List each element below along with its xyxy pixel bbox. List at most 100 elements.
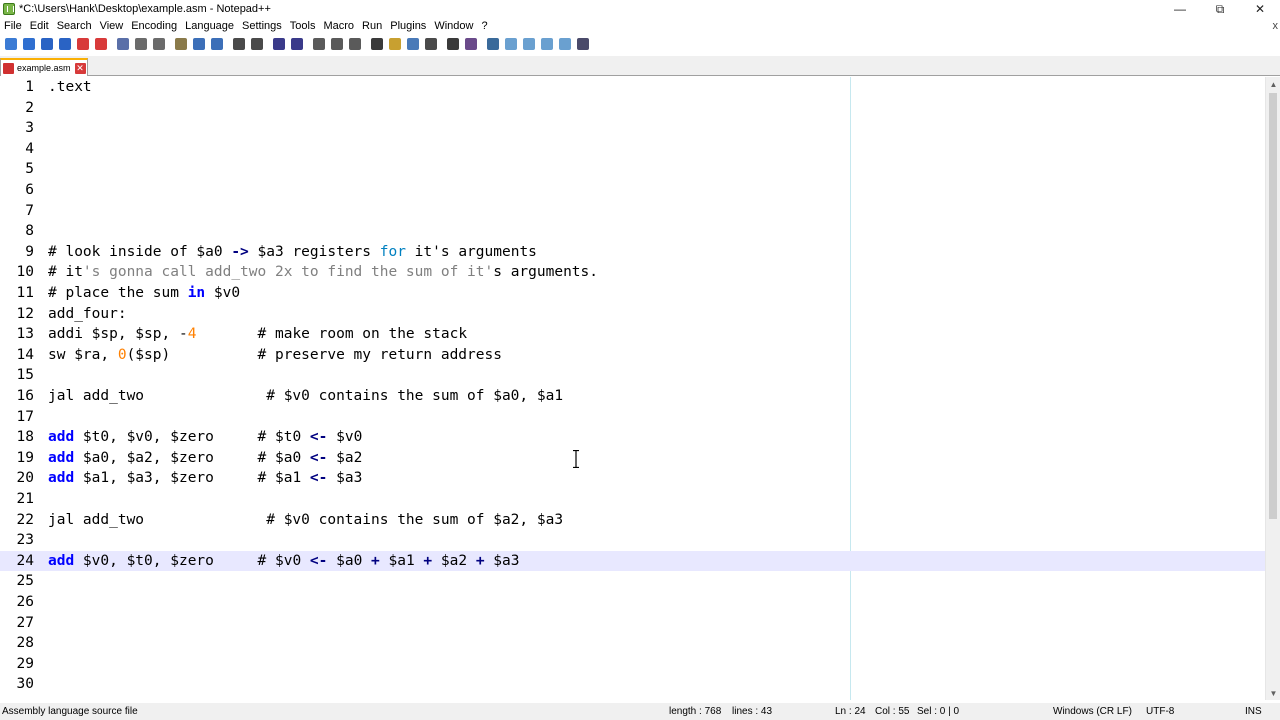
doc-map-button[interactable] — [422, 36, 440, 52]
code-token: $v0, $t0, $zero # $v0 — [74, 552, 310, 569]
tab-close-button[interactable]: ✕ — [74, 62, 86, 74]
code-line[interactable]: 10 # it's gonna call add_two 2x to find t… — [0, 262, 1265, 283]
code-line[interactable]: 27 — [0, 613, 1265, 634]
save-macro-button[interactable] — [574, 36, 592, 52]
menu-view[interactable]: View — [96, 18, 128, 35]
run-macro-multiple-icon — [559, 38, 571, 50]
code-line[interactable]: 20 add $a1, $a3, $zero # $a1 <- $a3 — [0, 468, 1265, 489]
scroll-down-icon[interactable]: ▼ — [1266, 686, 1280, 700]
code-line[interactable]: 7 — [0, 201, 1265, 222]
menu-file[interactable]: File — [0, 18, 26, 35]
indent-guide-button[interactable] — [386, 36, 404, 52]
scrollbar-thumb[interactable] — [1269, 93, 1277, 519]
menu-language[interactable]: Language — [181, 18, 238, 35]
code-line[interactable]: 1 .text — [0, 77, 1265, 98]
word-wrap-button[interactable] — [346, 36, 364, 52]
code-line[interactable]: 26 — [0, 592, 1265, 613]
menu-settings[interactable]: Settings — [238, 18, 286, 35]
menu-macro[interactable]: Macro — [319, 18, 358, 35]
code-text: # place the sum in $v0 — [48, 283, 240, 304]
status-lines: lines : 43 — [732, 706, 773, 717]
close-document-button[interactable]: x — [1273, 18, 1279, 35]
code-line[interactable]: 6 — [0, 180, 1265, 201]
find-button[interactable] — [230, 36, 248, 52]
code-line[interactable]: 3 — [0, 118, 1265, 139]
stop-macro-button[interactable] — [520, 36, 538, 52]
close-all-icon — [95, 38, 107, 50]
code-line[interactable]: 8 — [0, 221, 1265, 242]
code-line[interactable]: 4 — [0, 139, 1265, 160]
code-line[interactable]: 11 # place the sum in $v0 — [0, 283, 1265, 304]
notepad-plus-plus-window: *C:\Users\Hank\Desktop\example.asm - Not… — [0, 0, 1280, 720]
code-text: add $a0, $a2, $zero # $a0 <- $a2 — [48, 448, 362, 469]
redo-button[interactable] — [208, 36, 226, 52]
restore-button[interactable]: ⧉ — [1200, 0, 1240, 18]
code-line[interactable]: 29 — [0, 654, 1265, 675]
save-button[interactable] — [38, 36, 56, 52]
menu-window[interactable]: Window — [430, 18, 477, 35]
vertical-scrollbar[interactable]: ▲ ▼ — [1265, 77, 1280, 700]
code-line[interactable]: 16 jal add_two # $v0 contains the sum of … — [0, 386, 1265, 407]
zoom-in-button[interactable] — [270, 36, 288, 52]
print-button[interactable] — [114, 36, 132, 52]
folder-workspace-button[interactable] — [462, 36, 480, 52]
sync-vertical-button[interactable] — [310, 36, 328, 52]
code-line[interactable]: 19 add $a0, $a2, $zero # $a0 <- $a2 — [0, 448, 1265, 469]
code-line[interactable]: 25 — [0, 571, 1265, 592]
run-macro-multiple-button[interactable] — [556, 36, 574, 52]
close-button[interactable] — [74, 36, 92, 52]
save-all-button[interactable] — [56, 36, 74, 52]
paste-button[interactable] — [172, 36, 190, 52]
status-eol[interactable]: Windows (CR LF) — [1053, 703, 1132, 720]
status-encoding[interactable]: UTF-8 — [1146, 703, 1174, 720]
new-file-button[interactable] — [2, 36, 20, 52]
code-token: in — [187, 285, 206, 301]
code-editor[interactable]: 1 .text 2 3 4 5 6 7 8 9 # look inside of $a0 -> $a… — [0, 77, 1265, 700]
code-text: addi $sp, $sp, -4 # make room on the sta… — [48, 324, 467, 345]
code-line[interactable]: 21 — [0, 489, 1265, 510]
close-button[interactable]: ✕ — [1240, 0, 1280, 18]
play-macro-icon — [541, 38, 553, 50]
cut-button[interactable] — [132, 36, 150, 52]
line-number: 1 — [25, 79, 34, 95]
code-line[interactable]: 17 — [0, 407, 1265, 428]
menu-help[interactable]: ? — [477, 18, 491, 35]
undo-button[interactable] — [190, 36, 208, 52]
code-line[interactable]: 30 — [0, 674, 1265, 695]
copy-button[interactable] — [150, 36, 168, 52]
cut-icon — [135, 38, 147, 50]
record-macro-button[interactable] — [502, 36, 520, 52]
code-line[interactable]: 9 # look inside of $a0 -> $a3 registers f… — [0, 242, 1265, 263]
menu-search[interactable]: Search — [53, 18, 96, 35]
open-file-button[interactable] — [20, 36, 38, 52]
zoom-out-button[interactable] — [288, 36, 306, 52]
code-line[interactable]: 13 addi $sp, $sp, -4 # make room on the s… — [0, 324, 1265, 345]
code-line[interactable]: 2 — [0, 98, 1265, 119]
code-line[interactable]: 23 — [0, 530, 1265, 551]
function-list-button[interactable] — [444, 36, 462, 52]
code-line[interactable]: 18 add $t0, $v0, $zero # $t0 <- $v0 — [0, 427, 1265, 448]
code-line[interactable]: 28 — [0, 633, 1265, 654]
code-line[interactable]: 22 jal add_two # $v0 contains the sum of … — [0, 510, 1265, 531]
code-line[interactable]: 5 — [0, 159, 1265, 180]
code-line[interactable]: 14 sw $ra, 0($sp) # preserve my return ad… — [0, 345, 1265, 366]
minimize-button[interactable]: — — [1160, 0, 1200, 18]
monitoring-button[interactable] — [484, 36, 502, 52]
play-macro-button[interactable] — [538, 36, 556, 52]
code-line[interactable]: 15 — [0, 365, 1265, 386]
current-code-line[interactable]: 24 add $v0, $t0, $zero # $v0 <- $a0 + $a1… — [0, 550, 1265, 572]
replace-button[interactable] — [248, 36, 266, 52]
scroll-up-icon[interactable]: ▲ — [1266, 77, 1280, 91]
tab-example-asm[interactable]: example.asm ✕ — [0, 58, 88, 76]
menu-encoding[interactable]: Encoding — [127, 18, 181, 35]
code-line[interactable]: 12 add_four: — [0, 304, 1265, 325]
menu-run[interactable]: Run — [358, 18, 386, 35]
udl-button[interactable] — [404, 36, 422, 52]
menu-plugins[interactable]: Plugins — [386, 18, 430, 35]
sync-horizontal-button[interactable] — [328, 36, 346, 52]
close-all-button[interactable] — [92, 36, 110, 52]
show-all-chars-button[interactable] — [368, 36, 386, 52]
line-number: 4 — [25, 140, 34, 157]
menu-tools[interactable]: Tools — [286, 18, 320, 35]
menu-edit[interactable]: Edit — [26, 18, 53, 35]
